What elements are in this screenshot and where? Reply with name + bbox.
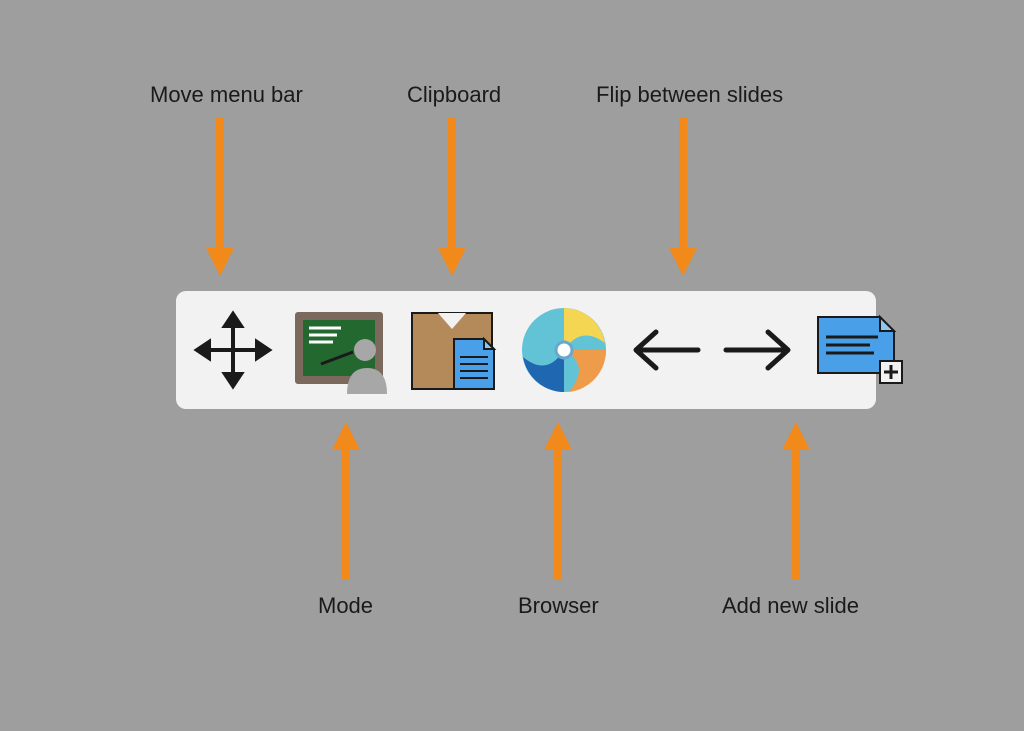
move-handle-icon	[193, 310, 273, 390]
clipboard-button[interactable]	[402, 305, 502, 395]
callout-arrow-icon	[663, 118, 703, 278]
browser-swirl-icon	[519, 305, 609, 395]
label-add: Add new slide	[722, 593, 859, 619]
clipboard-icon	[406, 305, 498, 395]
menu-toolbar	[176, 291, 876, 409]
add-slide-icon	[814, 311, 906, 389]
mode-button[interactable]	[290, 306, 390, 394]
prev-slide-button[interactable]	[626, 325, 706, 375]
mode-chalkboard-icon	[293, 306, 387, 394]
label-browser: Browser	[518, 593, 599, 619]
browser-button[interactable]	[514, 305, 614, 395]
callout-arrow-icon	[200, 118, 240, 278]
label-move: Move menu bar	[150, 82, 303, 108]
next-slide-button[interactable]	[718, 325, 798, 375]
label-mode: Mode	[318, 593, 373, 619]
label-flip: Flip between slides	[596, 82, 783, 108]
add-slide-button[interactable]	[810, 311, 910, 389]
callout-arrow-icon	[776, 420, 816, 580]
move-handle-button[interactable]	[188, 310, 278, 390]
arrow-left-icon	[628, 325, 704, 375]
callout-arrow-icon	[432, 118, 472, 278]
label-clipboard: Clipboard	[407, 82, 501, 108]
callout-arrow-icon	[326, 420, 366, 580]
callout-arrow-icon	[538, 420, 578, 580]
arrow-right-icon	[720, 325, 796, 375]
